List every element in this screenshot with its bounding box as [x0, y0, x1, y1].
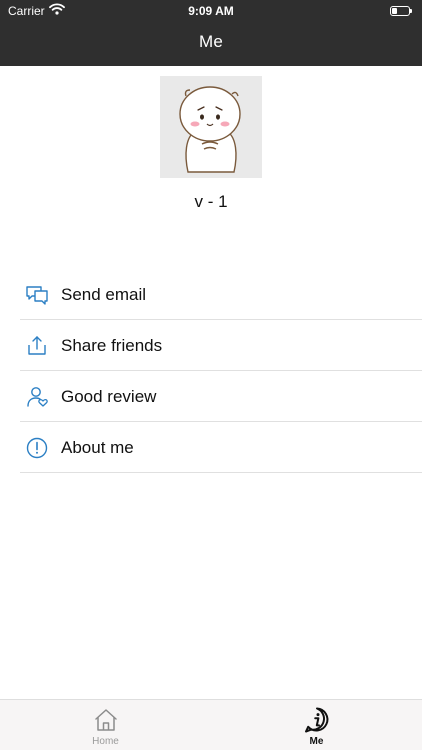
- menu-item-good-review[interactable]: Good review: [0, 371, 422, 422]
- tab-me[interactable]: Me: [211, 700, 422, 750]
- tab-me-label: Me: [309, 736, 324, 747]
- menu-item-send-email[interactable]: Send email: [0, 269, 422, 320]
- version-label: v - 1: [194, 192, 228, 211]
- tab-bar: Home Me: [0, 699, 422, 750]
- menu-item-label: About me: [61, 437, 134, 457]
- user-heart-icon: [22, 385, 52, 409]
- menu-item-label: Good review: [61, 386, 157, 406]
- chat-bubbles-icon: [22, 283, 52, 307]
- status-time: 9:09 AM: [188, 4, 234, 18]
- share-upload-icon: [22, 334, 52, 358]
- menu-item-label: Share friends: [61, 335, 163, 355]
- menu-item-about-me[interactable]: About me: [0, 422, 422, 473]
- settings-menu: Send email Share friends Good review Abo…: [0, 269, 422, 473]
- menu-item-label: Send email: [61, 284, 147, 304]
- page-title: Me: [198, 32, 224, 51]
- battery-icon: [390, 6, 412, 16]
- top-bar: Carrier 9:09 AM Me: [0, 0, 422, 66]
- tab-home-label: Home: [92, 736, 119, 747]
- avatar: [160, 76, 262, 178]
- info-circle-icon: [22, 436, 52, 460]
- home-icon: [92, 706, 120, 734]
- menu-item-share-friends[interactable]: Share friends: [0, 320, 422, 371]
- cartoon-avatar-illustration: [160, 76, 262, 178]
- info-bubble-icon: [303, 706, 331, 734]
- status-bar: Carrier 9:09 AM: [0, 0, 422, 22]
- me-screen: Carrier 9:09 AM Me v - 1 Send email Shar…: [0, 0, 422, 750]
- tab-home[interactable]: Home: [0, 700, 211, 750]
